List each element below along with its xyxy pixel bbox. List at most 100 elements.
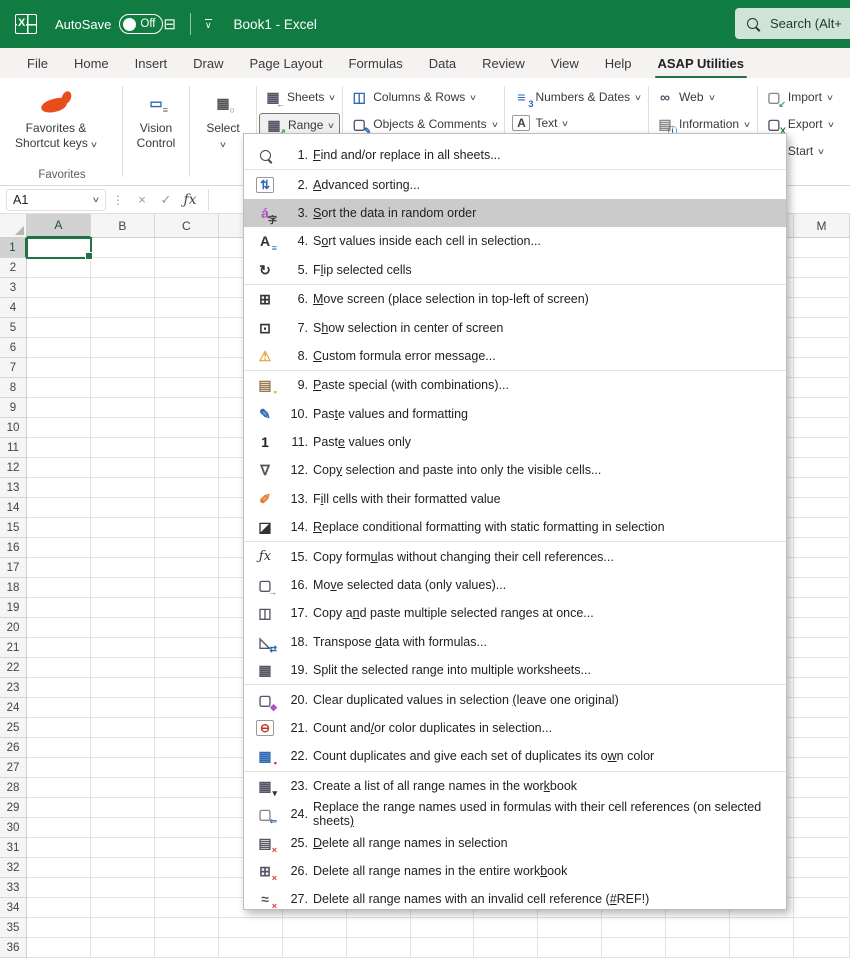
sheets-button[interactable]: ▦ ← Sheets ∨ (259, 86, 340, 109)
cell-C31[interactable] (154, 838, 219, 858)
cell-M8[interactable] (794, 378, 850, 398)
cell-A28[interactable] (26, 778, 91, 798)
row-header-27[interactable]: 27 (0, 758, 27, 778)
cell-C7[interactable] (154, 358, 219, 378)
cell-C23[interactable] (154, 678, 219, 698)
cell-M26[interactable] (794, 738, 850, 758)
menu-item-26[interactable]: ⊞ × 26. Delete all range names in the entir… (244, 857, 786, 885)
cell-M34[interactable] (794, 898, 850, 918)
cell-M29[interactable] (794, 798, 850, 818)
tab-view[interactable]: View (538, 48, 592, 78)
row-header-34[interactable]: 34 (0, 898, 27, 918)
cell-C13[interactable] (154, 478, 219, 498)
menu-item-13[interactable]: ✐ 13. Fill cells with their formatted valu… (244, 485, 786, 513)
cell-A11[interactable] (26, 438, 91, 458)
cell-B32[interactable] (90, 858, 155, 878)
cell-C15[interactable] (154, 518, 219, 538)
cell-C6[interactable] (154, 338, 219, 358)
tab-insert[interactable]: Insert (122, 48, 181, 78)
tab-page-layout[interactable]: Page Layout (237, 48, 336, 78)
autosave-control[interactable]: AutoSave Off (55, 14, 164, 34)
cell-C16[interactable] (154, 538, 219, 558)
text-button[interactable]: A Text ∨ (507, 113, 646, 133)
tab-file[interactable]: File (14, 48, 61, 78)
cell-G35[interactable] (410, 918, 475, 938)
cell-C19[interactable] (154, 598, 219, 618)
cell-M27[interactable] (794, 758, 850, 778)
cell-B27[interactable] (90, 758, 155, 778)
cell-A36[interactable] (26, 938, 91, 958)
cell-B19[interactable] (90, 598, 155, 618)
cell-A23[interactable] (26, 678, 91, 698)
row-header-22[interactable]: 22 (0, 658, 27, 678)
cell-B28[interactable] (90, 778, 155, 798)
cell-A1[interactable] (25, 237, 93, 260)
excel-logo-icon[interactable] (15, 14, 37, 34)
cell-A19[interactable] (26, 598, 91, 618)
cell-J35[interactable] (602, 918, 667, 938)
cell-C5[interactable] (154, 318, 219, 338)
row-header-12[interactable]: 12 (0, 458, 27, 478)
cell-M12[interactable] (794, 458, 850, 478)
cell-C18[interactable] (154, 578, 219, 598)
tab-draw[interactable]: Draw (180, 48, 236, 78)
cell-C32[interactable] (154, 858, 219, 878)
cell-B24[interactable] (90, 698, 155, 718)
cell-B30[interactable] (90, 818, 155, 838)
cell-C36[interactable] (154, 938, 219, 958)
cell-M18[interactable] (794, 578, 850, 598)
row-header-14[interactable]: 14 (0, 498, 27, 518)
cell-B15[interactable] (90, 518, 155, 538)
cell-M6[interactable] (794, 338, 850, 358)
cell-A16[interactable] (26, 538, 91, 558)
cell-A24[interactable] (26, 698, 91, 718)
cell-B5[interactable] (90, 318, 155, 338)
cell-A31[interactable] (26, 838, 91, 858)
menu-item-27[interactable]: ≈ × 27. Delete all range names with an inva… (244, 885, 786, 913)
insert-function-icon[interactable]: ƒx (178, 192, 202, 208)
cell-B26[interactable] (90, 738, 155, 758)
cell-B22[interactable] (90, 658, 155, 678)
cell-B9[interactable] (90, 398, 155, 418)
cell-C29[interactable] (154, 798, 219, 818)
row-header-4[interactable]: 4 (0, 298, 27, 318)
cell-A22[interactable] (26, 658, 91, 678)
cell-M25[interactable] (794, 718, 850, 738)
menu-item-17[interactable]: ◫ 17. Copy and paste multiple selected ran… (244, 599, 786, 627)
cell-M17[interactable] (794, 558, 850, 578)
autosave-toggle[interactable]: Off (119, 14, 164, 34)
cell-M1[interactable] (794, 238, 850, 258)
cell-B14[interactable] (90, 498, 155, 518)
cell-L35[interactable] (730, 918, 795, 938)
menu-item-24[interactable]: ▢ ⇐ 24. Replace the range names used in for… (244, 800, 786, 828)
cell-D35[interactable] (218, 918, 283, 938)
cell-C4[interactable] (154, 298, 219, 318)
cell-M3[interactable] (794, 278, 850, 298)
menu-item-22[interactable]: ▦ ▪ 22. Count duplicates and give each set … (244, 742, 786, 770)
row-header-20[interactable]: 20 (0, 618, 27, 638)
cell-M24[interactable] (794, 698, 850, 718)
cell-C22[interactable] (154, 658, 219, 678)
cell-A29[interactable] (26, 798, 91, 818)
information-button[interactable]: ▤ ⓘ Information ∨ (651, 113, 755, 136)
select-all-corner[interactable] (0, 214, 27, 238)
cell-B29[interactable] (90, 798, 155, 818)
row-header-26[interactable]: 26 (0, 738, 27, 758)
cell-A27[interactable] (26, 758, 91, 778)
row-header-1[interactable]: 1 (0, 238, 27, 258)
cell-E36[interactable] (282, 938, 347, 958)
cell-A4[interactable] (26, 298, 91, 318)
cell-M36[interactable] (794, 938, 850, 958)
cell-D36[interactable] (218, 938, 283, 958)
cell-L36[interactable] (730, 938, 795, 958)
column-header-M[interactable]: M (794, 214, 850, 238)
tab-formulas[interactable]: Formulas (336, 48, 416, 78)
cell-A2[interactable] (26, 258, 91, 278)
cell-M33[interactable] (794, 878, 850, 898)
cell-B21[interactable] (90, 638, 155, 658)
menu-item-12[interactable]: ∇ 12. Copy selection and paste into only t… (244, 456, 786, 484)
cell-C12[interactable] (154, 458, 219, 478)
cell-M7[interactable] (794, 358, 850, 378)
cell-M23[interactable] (794, 678, 850, 698)
cell-B4[interactable] (90, 298, 155, 318)
